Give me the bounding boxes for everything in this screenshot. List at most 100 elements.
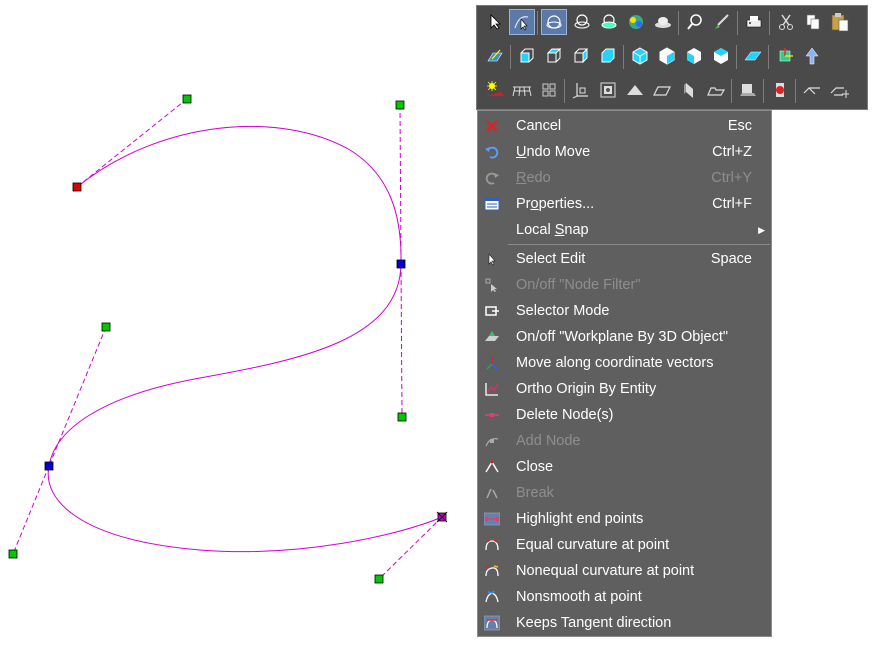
- delete-node-icon: [485, 413, 499, 417]
- toolbar-row-1: [479, 7, 867, 39]
- menu-label: Close: [516, 459, 554, 475]
- menu-item-add-node[interactable]: Add Node: [478, 428, 771, 454]
- coordinate-button[interactable]: [772, 43, 798, 69]
- sphere-alt-button[interactable]: [596, 9, 622, 35]
- zoom-button[interactable]: [682, 9, 708, 35]
- bezier-curve[interactable]: [47, 125, 443, 553]
- menu-item-properties[interactable]: Properties... Ctrl+F: [478, 191, 771, 217]
- menu-item-nonequal-curvature[interactable]: Nonequal curvature at point: [478, 558, 771, 584]
- angle-b-button[interactable]: [827, 77, 853, 103]
- book-tool-button[interactable]: [676, 77, 702, 103]
- handle-line: [378, 516, 443, 580]
- start-node-point[interactable]: [72, 182, 82, 192]
- stamp-tool-button[interactable]: [735, 77, 761, 103]
- plane-a-button[interactable]: [622, 77, 648, 103]
- light-tool-button[interactable]: [482, 77, 508, 103]
- menu-label: Undo Move: [516, 144, 591, 160]
- box-front-button[interactable]: [514, 43, 540, 69]
- highlight-endpoints-icon: [484, 512, 500, 526]
- hat-icon: [655, 17, 671, 28]
- menu-item-highlight-end-points[interactable]: Highlight end points: [478, 506, 771, 532]
- handle-point[interactable]: [395, 100, 405, 110]
- folder-tool-button[interactable]: [703, 77, 729, 103]
- select-arrow-icon: [490, 14, 501, 30]
- node-point[interactable]: [44, 461, 54, 471]
- cube-3-button[interactable]: [681, 43, 707, 69]
- cylinder-tool-icon: [574, 14, 590, 29]
- control-points[interactable]: [8, 94, 448, 584]
- menu-item-cancel[interactable]: Cancel Esc: [478, 113, 771, 139]
- node-point[interactable]: [396, 259, 406, 269]
- menu-item-select-edit[interactable]: Select Edit Space: [478, 246, 771, 272]
- grid-tool-button[interactable]: [509, 77, 535, 103]
- equal-curvature-icon: [485, 539, 499, 551]
- plane-b-button[interactable]: [649, 77, 675, 103]
- axis-tool-button[interactable]: [568, 77, 594, 103]
- menu-label: Delete Node(s): [516, 407, 614, 423]
- box-top-button[interactable]: [541, 43, 567, 69]
- menu-item-delete-nodes[interactable]: Delete Node(s): [478, 402, 771, 428]
- ortho-origin-icon: [485, 383, 499, 396]
- menu-item-equal-curvature[interactable]: Equal curvature at point: [478, 532, 771, 558]
- menu-item-local-snap[interactable]: Local Snap ▶: [478, 217, 771, 243]
- frame-tool-button[interactable]: [595, 77, 621, 103]
- menu-shortcut: Esc: [727, 118, 752, 134]
- box-iso-button[interactable]: [595, 43, 621, 69]
- brush-tool-button[interactable]: [709, 9, 735, 35]
- submenu-arrow-icon: ▶: [758, 225, 765, 235]
- paste-button[interactable]: [827, 9, 853, 35]
- cube-1-button[interactable]: [627, 43, 653, 69]
- up-arrow-button[interactable]: [799, 43, 825, 69]
- break-icon: [486, 488, 498, 499]
- handle-point[interactable]: [397, 412, 407, 422]
- menu-item-undo-move[interactable]: Undo Move Ctrl+Z: [478, 139, 771, 165]
- menu-item-break[interactable]: Break: [478, 480, 771, 506]
- color-tool-button[interactable]: [623, 9, 649, 35]
- sphere-tool-button[interactable]: [541, 9, 567, 35]
- box-side-button[interactable]: [568, 43, 594, 69]
- cube-4-button[interactable]: [708, 43, 734, 69]
- cube-4-icon: [714, 48, 728, 64]
- menu-label: Keeps Tangent direction: [516, 615, 672, 631]
- handle-point[interactable]: [101, 322, 111, 332]
- properties-icon: [484, 197, 500, 211]
- menu-item-ortho-origin[interactable]: Ortho Origin By Entity: [478, 376, 771, 402]
- box-iso-icon: [601, 48, 615, 63]
- menu-item-nonsmooth[interactable]: Nonsmooth at point: [478, 584, 771, 610]
- copy-button[interactable]: [800, 9, 826, 35]
- printer-icon: [746, 16, 762, 28]
- nonsmooth-icon: [485, 590, 499, 603]
- workplane-button[interactable]: [482, 43, 508, 69]
- handle-point[interactable]: [374, 574, 384, 584]
- menu-label: On/off "Node Filter": [516, 277, 641, 293]
- menu-item-workplane-3d[interactable]: On/off "Workplane By 3D Object": [478, 324, 771, 350]
- menu-item-close[interactable]: Close: [478, 454, 771, 480]
- small-grid-button[interactable]: [536, 77, 562, 103]
- printer-button[interactable]: [741, 9, 767, 35]
- cube-2-button[interactable]: [654, 43, 680, 69]
- light-icon: [486, 81, 504, 96]
- angle-a-button[interactable]: [799, 77, 825, 103]
- menu-label: Break: [516, 485, 554, 501]
- plane-button[interactable]: [740, 43, 766, 69]
- tangent-handles: [12, 98, 443, 580]
- brush-icon: [715, 14, 729, 29]
- select-arrow-button[interactable]: [482, 9, 508, 35]
- menu-item-redo[interactable]: Redo Ctrl+Y: [478, 165, 771, 191]
- red-item-button[interactable]: [767, 77, 793, 103]
- menu-shortcut: Ctrl+Y: [711, 170, 752, 186]
- workplane-icon: [487, 49, 503, 62]
- menu-item-node-filter[interactable]: On/off "Node Filter": [478, 272, 771, 298]
- menu-label: Highlight end points: [516, 511, 644, 527]
- menu-label: Add Node: [516, 433, 581, 449]
- handle-point[interactable]: [8, 549, 18, 559]
- tools-toolbar: [476, 5, 868, 110]
- hat-tool-button[interactable]: [650, 9, 676, 35]
- cylinder-tool-button[interactable]: [569, 9, 595, 35]
- handle-point[interactable]: [182, 94, 192, 104]
- menu-item-keeps-tangent[interactable]: Keeps Tangent direction: [478, 610, 771, 636]
- menu-item-selector-mode[interactable]: Selector Mode: [478, 298, 771, 324]
- cut-button[interactable]: [773, 9, 799, 35]
- menu-item-move-coordinate-vectors[interactable]: Move along coordinate vectors: [478, 350, 771, 376]
- edit-node-button[interactable]: [509, 9, 535, 35]
